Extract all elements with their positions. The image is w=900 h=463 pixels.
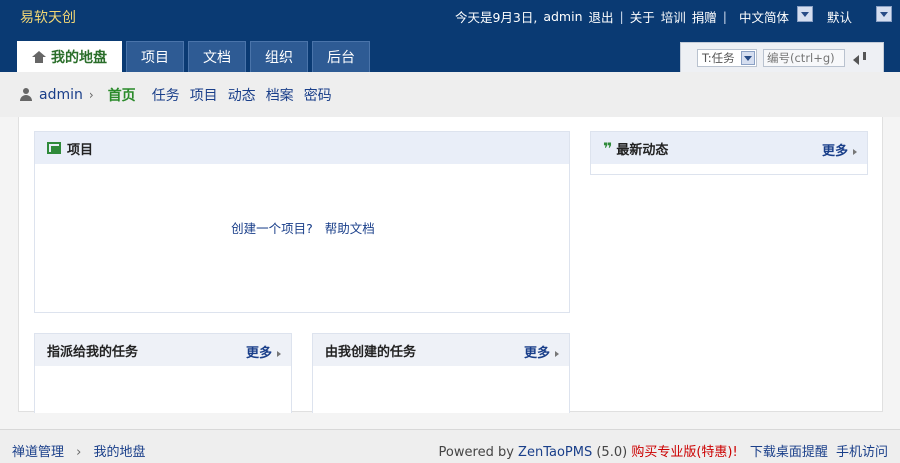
projects-block: 项目 创建一个项目? 帮助文档 [34,131,570,313]
sub-navigation: admin › 首页 任务 项目 动态 档案 密码 [0,72,900,117]
chevron-right-icon: › [76,445,82,460]
user-link[interactable]: admin [543,9,582,24]
separator: | [722,8,727,24]
about-link[interactable]: 关于 [630,7,655,26]
block-header: 项目 [35,132,569,164]
tab-label: 项目 [141,50,169,66]
powered-text: Powered by [438,445,514,460]
language-select[interactable]: 中文简体 [739,6,813,26]
breadcrumb-current-link[interactable]: 我的地盘 [94,445,146,460]
dashboard-panel: 项目 创建一个项目? 帮助文档 ❞ 最新动态 更多 指派给我的任务 更多 由我创… [18,117,883,413]
triangle-right-icon [853,148,857,155]
user-icon [20,88,32,101]
company-name: 易软天创 [20,10,76,26]
block-header: 由我创建的任务 更多 [313,334,569,366]
buy-pro-link[interactable]: 购买专业版(特惠)! [631,445,737,460]
download-desktop-link[interactable]: 下载桌面提醒 [750,445,828,460]
help-doc-link[interactable]: 帮助文档 [325,221,375,236]
chevron-right-icon: › [88,87,94,102]
breadcrumb-root-link[interactable]: 禅道管理 [12,445,64,460]
main-content: 项目 创建一个项目? 帮助文档 ❞ 最新动态 更多 指派给我的任务 更多 由我创… [0,117,900,429]
home-icon [32,51,46,63]
language-value: 中文简体 [739,10,790,25]
go-enter-icon[interactable] [851,50,869,66]
more-label: 更多 [245,346,272,361]
donate-link[interactable]: 捐赠 [692,7,717,26]
created-tasks-block: 由我创建的任务 更多 [312,333,570,413]
more-link[interactable]: 更多 [246,342,281,361]
search-type-value: T:任务 [702,50,735,65]
tab-my-dashboard[interactable]: 我的地盘 [17,41,122,72]
search-input[interactable] [763,48,845,67]
more-link[interactable]: 更多 [822,140,857,159]
more-link[interactable]: 更多 [524,342,559,361]
powered-by: Powered by ZenTaoPMS (5.0) 购买专业版(特惠)! 下载… [439,441,888,460]
today-text: 今天是9月3日, [454,9,538,25]
version-text: (5.0) [596,445,628,460]
subnav-user-link[interactable]: admin [39,87,83,103]
block-title: 指派给我的任务 [47,344,139,360]
more-label: 更多 [523,346,550,361]
subnav-item-home[interactable]: 首页 [108,85,136,105]
chevron-down-icon[interactable] [741,50,755,65]
breadcrumb: 禅道管理 › 我的地盘 [12,441,146,460]
top-info-bar: 今天是9月3日, admin 退出 | 关于 培训 捐赠 | 中文简体 默认 [455,6,892,26]
block-title: 最新动态 [616,142,669,158]
tab-project[interactable]: 项目 [126,41,184,72]
block-header: 指派给我的任务 更多 [35,334,291,366]
assigned-tasks-block: 指派给我的任务 更多 [34,333,292,413]
subnav-item-password[interactable]: 密码 [304,85,332,105]
block-title: 由我创建的任务 [325,344,417,360]
search-box: T:任务 [680,42,884,72]
chevron-down-icon[interactable] [797,6,813,22]
tab-label: 组织 [265,50,293,66]
create-project-link[interactable]: 创建一个项目? [231,221,313,236]
triangle-right-icon [277,350,281,357]
tab-company[interactable]: 组织 [250,41,308,72]
chevron-down-icon[interactable] [876,6,892,22]
top-header: 易软天创 今天是9月3日, admin 退出 | 关于 培训 捐赠 | 中文简体… [0,0,900,72]
theme-value: 默认 [827,10,853,25]
subnav-item-profile[interactable]: 档案 [266,85,294,105]
subnav-item-dynamic[interactable]: 动态 [228,85,256,105]
block-header: ❞ 最新动态 更多 [591,132,867,164]
empty-project-links: 创建一个项目? 帮助文档 [35,218,571,237]
logout-link[interactable]: 退出 [589,7,614,26]
tab-label: 后台 [327,50,355,66]
product-link[interactable]: ZenTaoPMS [518,445,592,460]
tab-admin[interactable]: 后台 [312,41,370,72]
training-link[interactable]: 培训 [661,7,686,26]
tab-label: 我的地盘 [51,50,107,66]
tab-label: 文档 [203,50,231,66]
main-nav-tabs: 我的地盘 项目 文档 组织 后台 [17,41,370,72]
triangle-right-icon [555,350,559,357]
project-icon [47,142,61,154]
footer: 禅道管理 › 我的地盘 Powered by ZenTaoPMS (5.0) 购… [0,429,900,463]
more-label: 更多 [821,144,848,159]
mobile-access-link[interactable]: 手机访问 [836,445,888,460]
separator: | [619,8,624,24]
latest-dynamics-block: ❞ 最新动态 更多 [590,131,868,175]
search-type-select[interactable]: T:任务 [697,48,757,67]
subnav-item-task[interactable]: 任务 [152,85,180,105]
subnav-item-project[interactable]: 项目 [190,85,218,105]
tab-doc[interactable]: 文档 [188,41,246,72]
quote-icon: ❞ [603,138,612,158]
block-title: 项目 [67,142,94,158]
theme-select[interactable]: 默认 [827,6,892,26]
